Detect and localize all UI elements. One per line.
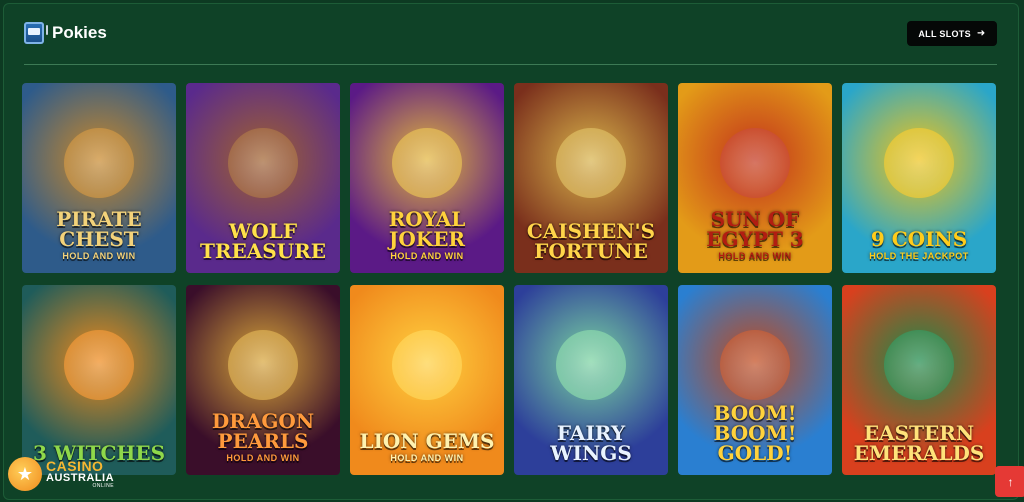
game-subtitle: Hold and Win — [390, 453, 464, 463]
section-header: Pokies — [24, 22, 107, 44]
game-title-text: Dragon Pearls — [211, 409, 315, 453]
game-tile[interactable]: 3 Witches — [22, 285, 176, 475]
game-title: 9 Coins Hold the Jackpot — [848, 229, 990, 261]
logo-line-casino: CASINO — [46, 458, 104, 474]
game-tile[interactable]: Boom! Boom! Gold! — [678, 285, 832, 475]
section-title: Pokies — [52, 23, 107, 42]
game-artwork — [720, 329, 790, 400]
game-tile[interactable]: Sun of Egypt 3 Hold and Win — [678, 83, 832, 273]
game-tile[interactable]: Royal Joker Hold and Win — [350, 83, 504, 273]
game-artwork — [228, 127, 298, 198]
game-tile[interactable]: Wolf Treasure — [186, 83, 340, 273]
game-artwork — [228, 329, 298, 400]
game-tile[interactable]: Lion Gems Hold and Win — [350, 285, 504, 475]
game-title-text: Royal Joker — [388, 207, 466, 251]
game-title-text: Eastern Emeralds — [853, 421, 985, 465]
game-title: Fairy Wings — [520, 423, 662, 463]
game-subtitle: Hold and Win — [226, 453, 300, 463]
all-slots-button[interactable]: ALL SLOTS ➜ — [907, 21, 997, 46]
game-tile[interactable]: 9 Coins Hold the Jackpot — [842, 83, 996, 273]
casino-australia-logo[interactable]: ★ CASINO AUSTRALIA ONLINE — [8, 457, 114, 491]
game-title: Sun of Egypt 3 Hold and Win — [684, 209, 826, 261]
logo-line-online: ONLINE — [92, 483, 115, 489]
game-subtitle: Hold and Win — [718, 251, 792, 261]
game-title-text: Boom! Boom! Gold! — [713, 401, 797, 465]
game-artwork — [884, 127, 954, 198]
game-tile[interactable]: Eastern Emeralds — [842, 285, 996, 475]
game-title-text: Caishen's Fortune — [526, 219, 656, 263]
all-slots-label: ALL SLOTS — [918, 28, 971, 39]
arrow-up-icon: ↑ — [1007, 474, 1014, 489]
game-title: Dragon Pearls Hold and Win — [192, 411, 334, 463]
game-title-text: Wolf Treasure — [199, 219, 326, 263]
header-divider — [24, 64, 997, 65]
scroll-to-top-button[interactable]: ↑ — [995, 466, 1024, 497]
game-tile[interactable]: Dragon Pearls Hold and Win — [186, 285, 340, 475]
game-title: Boom! Boom! Gold! — [684, 403, 826, 463]
game-subtitle: Hold the Jackpot — [869, 251, 969, 261]
slot-machine-icon — [24, 22, 48, 44]
game-artwork — [884, 329, 954, 400]
game-tile[interactable]: Pirate Chest Hold and Win — [22, 83, 176, 273]
arrow-right-icon: ➜ — [976, 28, 986, 39]
game-title-text: 9 Coins — [870, 227, 968, 251]
game-tile[interactable]: Fairy Wings — [514, 285, 668, 475]
game-artwork — [720, 127, 790, 198]
game-title-text: Fairy Wings — [550, 421, 632, 465]
game-artwork — [64, 127, 134, 198]
game-title-text: Pirate Chest — [56, 207, 142, 251]
game-title: Caishen's Fortune — [520, 221, 662, 261]
game-tile[interactable]: Caishen's Fortune — [514, 83, 668, 273]
game-title: Wolf Treasure — [192, 221, 334, 261]
kangaroo-logo-icon: ★ — [8, 457, 42, 491]
game-subtitle: Hold and Win — [62, 251, 136, 261]
game-title-text: Sun of Egypt 3 — [706, 207, 804, 251]
game-artwork — [392, 127, 462, 198]
game-title: Lion Gems Hold and Win — [356, 431, 498, 463]
game-subtitle: Hold and Win — [390, 251, 464, 261]
game-title-text: Lion Gems — [359, 429, 495, 453]
game-title: Eastern Emeralds — [848, 423, 990, 463]
game-artwork — [556, 127, 626, 198]
game-title: Pirate Chest Hold and Win — [28, 209, 170, 261]
game-title: Royal Joker Hold and Win — [356, 209, 498, 261]
game-artwork — [556, 329, 626, 400]
game-artwork — [64, 329, 134, 400]
logo-text: CASINO AUSTRALIA ONLINE — [46, 459, 114, 489]
games-grid: Pirate Chest Hold and Win Wolf Treasure Roy… — [22, 83, 998, 475]
game-artwork — [392, 329, 462, 400]
